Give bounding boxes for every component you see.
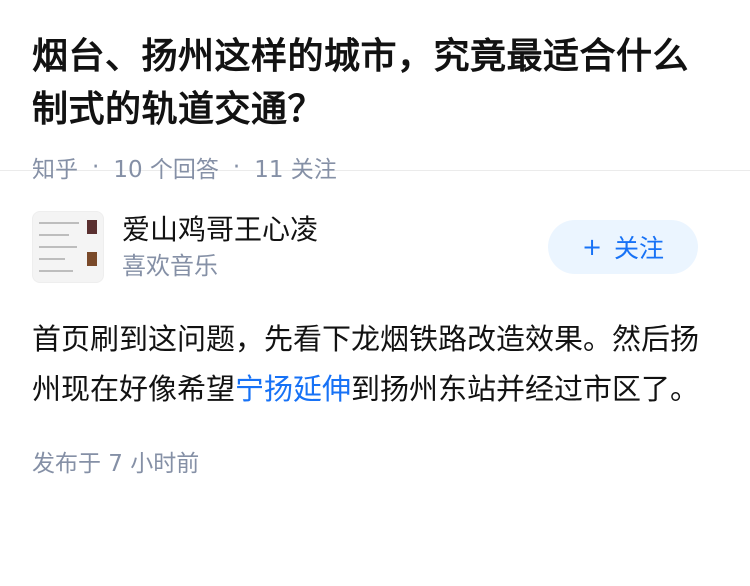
answer-content[interactable]: 首页刷到这问题，先看下龙烟铁路改造效果。然后扬州现在好像希望宁扬延伸到扬州东站并… — [0, 292, 750, 414]
answer-link[interactable]: 宁扬延伸 — [235, 372, 351, 406]
answer-card: 爱山鸡哥王心凌 喜欢音乐 + 关注 首页刷到这问题，先看下龙烟铁路改造效果。然后… — [0, 202, 750, 478]
plus-icon: + — [581, 233, 603, 261]
follow-label: 关注 — [614, 234, 665, 263]
author-info: 爱山鸡哥王心凌 喜欢音乐 — [122, 211, 548, 283]
question-title[interactable]: 烟台、扬州这样的城市，究竟最适合什么制式的轨道交通？ — [32, 30, 718, 136]
author-name[interactable]: 爱山鸡哥王心凌 — [122, 211, 548, 249]
author-bio: 喜欢音乐 — [122, 252, 218, 280]
separator-dot: · — [92, 154, 100, 180]
question-header: 烟台、扬州这样的城市，究竟最适合什么制式的轨道交通？ 知乎 · 10 个回答 ·… — [0, 0, 750, 183]
avatar[interactable] — [32, 211, 104, 283]
follow-button[interactable]: + 关注 — [548, 220, 698, 274]
answer-text: 到扬州东站并经过市区了。 — [351, 372, 700, 406]
author-row: 爱山鸡哥王心凌 喜欢音乐 + 关注 — [0, 202, 750, 292]
publish-time: 发布于 7 小时前 — [32, 451, 200, 477]
follower-count[interactable]: 11 关注 — [254, 150, 337, 184]
separator-dot: · — [232, 154, 241, 180]
answer-count[interactable]: 10 个回答 — [113, 150, 219, 184]
source-label[interactable]: 知乎 — [32, 150, 78, 184]
